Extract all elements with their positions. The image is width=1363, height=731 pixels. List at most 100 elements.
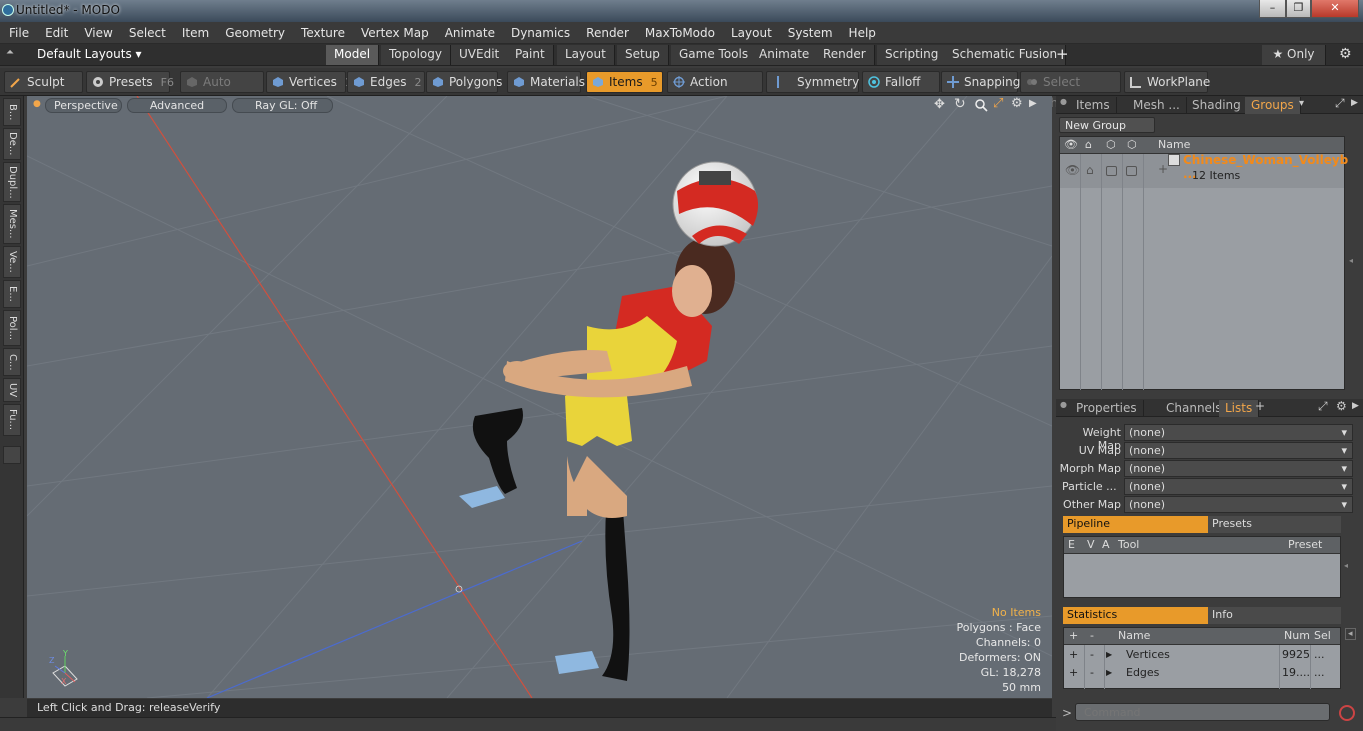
tab-layout[interactable]: Layout [557,45,615,65]
row-lock-icon[interactable]: ⌂ [1086,163,1094,177]
panel-menu-dot-icon-2[interactable]: ● [1060,400,1067,409]
items-button[interactable]: Items 5 [586,71,663,93]
menu-dynamics[interactable]: Dynamics [503,22,578,44]
left-tab-mesh-edit[interactable]: Mes... [3,204,21,244]
row-render-toggle[interactable] [1126,166,1137,176]
edges-button[interactable]: Edges 2 [347,71,425,93]
left-tab-fusion[interactable]: Fu... [3,404,21,436]
left-tab-basic[interactable]: B... [3,98,21,126]
tab-schematic-fusion[interactable]: Schematic Fusion [944,45,1067,65]
panel-expand-icon-2[interactable]: ▶ [1352,401,1359,411]
pan-icon[interactable]: ✥ [934,97,945,112]
add-tab-button[interactable]: + [1056,45,1069,63]
panel-maximize-icon[interactable]: ⤢ [1335,96,1345,111]
viewport-expand-icon[interactable]: ▶ [1029,98,1037,109]
sculpt-button[interactable]: Sculpt [4,71,83,93]
menu-file[interactable]: File [1,22,37,44]
left-tab-deform[interactable]: De... [3,128,21,160]
left-tab-polygon[interactable]: Pol... [3,310,21,346]
menu-texture[interactable]: Texture [293,22,353,44]
vertices-button[interactable]: Vertices1 [266,71,352,93]
pipeline-list[interactable]: E V A Tool Preset [1063,536,1341,598]
command-input[interactable] [1075,703,1330,721]
auto-select-button[interactable]: Auto Select [180,71,264,110]
left-tab-extra[interactable] [3,446,21,464]
ray-gl-toggle[interactable]: Ray GL: Off [232,98,333,113]
row-select-toggle[interactable] [1106,166,1117,176]
minimize-button[interactable]: – [1259,0,1286,18]
row-plus[interactable]: + [1069,664,1078,681]
row-expand-arrow-icon[interactable]: ▶ [1106,646,1112,663]
weight-map-select[interactable]: (none) [1124,424,1353,441]
row-eye-icon[interactable]: 👁 [1065,163,1080,177]
left-tab-uv[interactable]: UV [3,378,21,402]
pipeline-tab[interactable]: Pipeline [1063,516,1208,533]
tab-paint[interactable]: Paint [507,45,554,65]
other-map-select[interactable]: (none) [1124,496,1353,513]
materials-button[interactable]: Materials [507,71,585,93]
tab-lists[interactable]: Lists [1219,400,1260,417]
left-tab-duplicate[interactable]: Dupl... [3,162,21,202]
menu-geometry[interactable]: Geometry [217,22,293,44]
menu-render[interactable]: Render [578,22,637,44]
left-tab-curve[interactable]: C... [3,348,21,376]
resize-handle-icon[interactable]: ◂ [1349,256,1353,265]
tab-render[interactable]: Render [815,45,875,65]
gear-icon[interactable]: ⚙ [1339,46,1352,62]
particle-map-select[interactable]: (none) [1124,478,1353,495]
panel-expand-icon[interactable]: ▶ [1351,98,1358,108]
row-minus[interactable]: - [1090,664,1094,681]
record-macro-icon[interactable] [1339,705,1355,721]
snapping-button[interactable]: Snapping [941,71,1020,93]
tab-items[interactable]: Items [1070,97,1117,114]
menu-system[interactable]: System [780,22,841,44]
collapse-arrow-icon[interactable]: ⏶ [6,47,14,58]
morph-map-select[interactable]: (none) [1124,460,1353,477]
menu-item[interactable]: Item [174,22,217,44]
menu-layout[interactable]: Layout [723,22,780,44]
row-expand-icon[interactable]: + [1158,162,1168,176]
select-through-button[interactable]: Select Through [1020,71,1121,110]
tab-scripting[interactable]: Scripting [877,45,948,65]
tab-model[interactable]: Model [326,45,380,65]
row-expand-arrow-icon[interactable]: ▶ [1106,664,1112,681]
action-center-button[interactable]: Action Center [667,71,763,110]
statistics-tab[interactable]: Statistics [1063,607,1208,624]
viewport-menu-dot-icon[interactable]: ● [33,99,41,109]
tab-mesh[interactable]: Mesh ... [1127,97,1187,114]
table-row[interactable]: + - ▶ Edges 19.... ... [1064,664,1340,682]
info-tab[interactable]: Info [1208,607,1341,624]
close-button[interactable]: ✕ [1311,0,1359,18]
table-row[interactable]: + - ▶ Vertices 9925 ... [1064,646,1340,664]
add-tab-icon[interactable]: + [1255,399,1265,413]
tab-topology[interactable]: Topology [381,45,451,65]
tab-game-tools[interactable]: Game Tools [671,45,758,65]
tab-properties[interactable]: Properties [1070,400,1144,417]
falloff-button[interactable]: Falloff [862,71,940,93]
group-row[interactable]: 👁 ⌂ + Chinese_Woman_Volleyb ... 12 Items [1060,153,1348,188]
tab-shading[interactable]: Shading [1186,97,1248,114]
panel-gear-icon[interactable]: ⚙ [1336,399,1347,413]
left-tab-edge[interactable]: E... [3,280,21,308]
symmetry-button[interactable]: Symmetry [766,71,859,93]
stats-scroll-icon[interactable]: ◂ [1345,628,1356,640]
only-toggle[interactable]: ★ Only [1262,45,1326,65]
menu-view[interactable]: View [76,22,120,44]
tabs-dropdown-icon[interactable]: ▾ [1299,98,1304,109]
groups-list[interactable]: 👁 ⌂ ⬡ ⬡ Name 👁 ⌂ + Chinese_Woman_Volleyb… [1059,136,1348,390]
left-tab-vertex[interactable]: Ve... [3,246,21,278]
menu-select[interactable]: Select [121,22,174,44]
panel-maximize-icon-2[interactable]: ⤢ [1318,399,1328,414]
3d-viewport[interactable]: Z Y X ● Perspective Advanced Ray GL: Off… [27,96,1052,698]
panel-menu-dot-icon[interactable]: ● [1060,97,1067,106]
pipeline-resize-icon[interactable]: ◂ [1344,561,1348,570]
viewport-settings-gear-icon[interactable]: ⚙ [1011,96,1023,111]
new-group-button[interactable]: New Group [1059,117,1155,133]
uv-map-select[interactable]: (none) [1124,442,1353,459]
menu-vertex-map[interactable]: Vertex Map [353,22,437,44]
row-plus[interactable]: + [1069,646,1078,663]
shading-mode-dropdown[interactable]: Advanced [127,98,227,113]
tab-uvedit[interactable]: UVEdit [451,45,509,65]
tab-setup[interactable]: Setup [617,45,669,65]
tab-animate[interactable]: Animate [751,45,819,65]
